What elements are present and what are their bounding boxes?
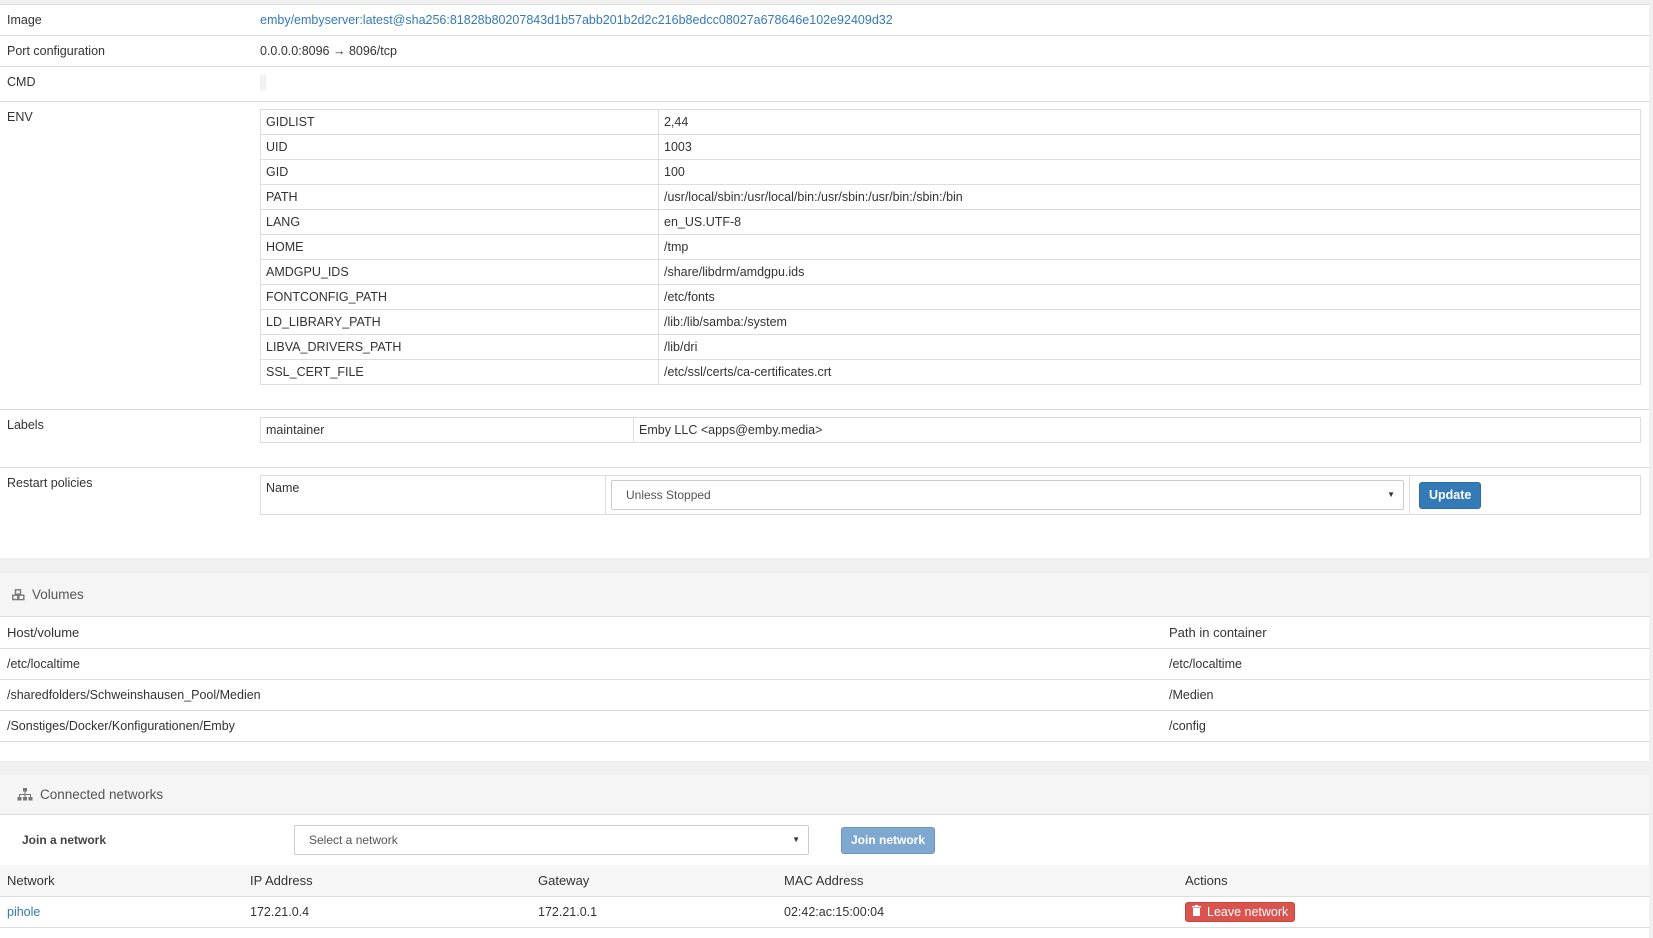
gateway-value: 172.21.0.1	[531, 896, 777, 928]
table-row: pihole 172.21.0.4 172.21.0.1 02:42:ac:15…	[0, 896, 1649, 928]
port-config-label: Port configuration	[7, 44, 105, 58]
labels-label: Labels	[7, 418, 44, 432]
cmd-value	[260, 75, 266, 90]
labels-row: Labels maintainer Emby LLC <apps@emby.med…	[0, 410, 1649, 468]
network-select-placeholder: Select a network	[309, 833, 398, 847]
cmd-label: CMD	[7, 75, 36, 89]
port-config-value: 0.0.0.0:8096 → 8096/tcp	[260, 44, 397, 58]
ip-address-value: 172.21.0.4	[243, 896, 531, 928]
container-details-page: Image emby/embyserver:latest@sha256:8182…	[0, 0, 1653, 938]
networks-table: Network IP Address Gateway MAC Address A…	[0, 865, 1649, 928]
cmd-row: CMD	[0, 67, 1649, 102]
env-row-item: LD_LIBRARY_PATH/lib:/lib/samba:/system	[260, 309, 1641, 335]
restart-policy-form: Name Unless Stopped ▼ Update	[260, 475, 1641, 515]
env-row-item: GID 100	[260, 159, 1641, 185]
chevron-down-icon: ▼	[1387, 490, 1395, 499]
restart-policies-row: Restart policies Name Unless Stopped ▼ U…	[0, 468, 1649, 515]
trash-icon	[1192, 904, 1201, 919]
env-row-item: PATH/usr/local/sbin:/usr/local/bin:/usr/…	[260, 184, 1641, 210]
sitemap-icon	[17, 788, 33, 801]
env-row-item: LIBVA_DRIVERS_PATH/lib/dri	[260, 334, 1641, 360]
env-row: ENV GIDLIST 2,44 UID 1003 GID 100 PATH/usr/…	[0, 102, 1649, 410]
restart-name-label: Name	[261, 476, 606, 514]
env-row-item: LANG en_US.UTF-8	[260, 209, 1641, 235]
networks-title: Connected networks	[40, 787, 164, 802]
volumes-title: Volumes	[32, 587, 84, 602]
env-row-item: UID 1003	[260, 134, 1641, 160]
image-label: Image	[7, 13, 42, 27]
path-in-container-header: Path in container	[1162, 617, 1649, 649]
volumes-card: Volumes Host/volume Path in container /e…	[0, 573, 1649, 761]
join-network-button[interactable]: Join network	[841, 826, 936, 854]
leave-network-label: Leave network	[1207, 904, 1289, 919]
actions-header: Actions	[1178, 865, 1649, 897]
volumes-table: Host/volume Path in container /etc/local…	[0, 617, 1649, 742]
labels-table: maintainer Emby LLC <apps@emby.media>	[260, 417, 1641, 443]
restart-policy-selected: Unless Stopped	[626, 488, 711, 502]
container-details-card: Image emby/embyserver:latest@sha256:8182…	[0, 4, 1649, 558]
image-link[interactable]: emby/embyserver:latest@sha256:81828b8020…	[260, 13, 893, 27]
ip-address-header: IP Address	[243, 865, 531, 897]
networks-header: Connected networks	[0, 775, 1649, 815]
network-link[interactable]: pihole	[7, 905, 40, 919]
update-restart-policy-button[interactable]: Update	[1419, 481, 1482, 509]
label-row-item: maintainer Emby LLC <apps@emby.media>	[260, 417, 1641, 443]
mac-address-value: 02:42:ac:15:00:04	[777, 896, 1178, 928]
env-row-item: FONTCONFIG_PATH/etc/fonts	[260, 284, 1641, 310]
join-network-form: Join a network Select a network ▼ Join n…	[0, 815, 1649, 865]
host-volume-header: Host/volume	[0, 617, 1162, 649]
env-row-item: GIDLIST 2,44	[260, 109, 1641, 135]
env-row-item: HOME/tmp	[260, 234, 1641, 260]
join-network-label: Join a network	[22, 833, 107, 847]
table-row: /etc/localtime/etc/localtime	[0, 648, 1649, 680]
env-table: GIDLIST 2,44 UID 1003 GID 100 PATH/usr/loca…	[260, 109, 1641, 385]
gateway-header: Gateway	[531, 865, 777, 897]
env-label: ENV	[7, 110, 33, 124]
leave-network-button[interactable]: Leave network	[1185, 901, 1296, 922]
image-row: Image emby/embyserver:latest@sha256:8182…	[0, 5, 1649, 36]
restart-policies-label: Restart policies	[7, 476, 93, 490]
restart-policy-select[interactable]: Unless Stopped ▼	[611, 480, 1404, 510]
mac-address-header: MAC Address	[777, 865, 1178, 897]
table-row: /Sonstiges/Docker/Konfigurationen/Emby/c…	[0, 710, 1649, 742]
chevron-down-icon: ▼	[792, 835, 800, 844]
network-select[interactable]: Select a network ▼	[294, 825, 809, 855]
table-row: /sharedfolders/Schweinshausen_Pool/Medie…	[0, 679, 1649, 711]
networks-card: Connected networks Join a network Select…	[0, 775, 1649, 938]
network-header: Network	[0, 865, 243, 897]
env-row-item: SSL_CERT_FILE/etc/ssl/certs/ca-certifica…	[260, 359, 1641, 385]
cubes-icon	[12, 588, 25, 601]
volumes-header: Volumes	[0, 573, 1649, 617]
port-config-row: Port configuration 0.0.0.0:8096 → 8096/t…	[0, 36, 1649, 67]
env-row-item: AMDGPU_IDS/share/libdrm/amdgpu.ids	[260, 259, 1641, 285]
